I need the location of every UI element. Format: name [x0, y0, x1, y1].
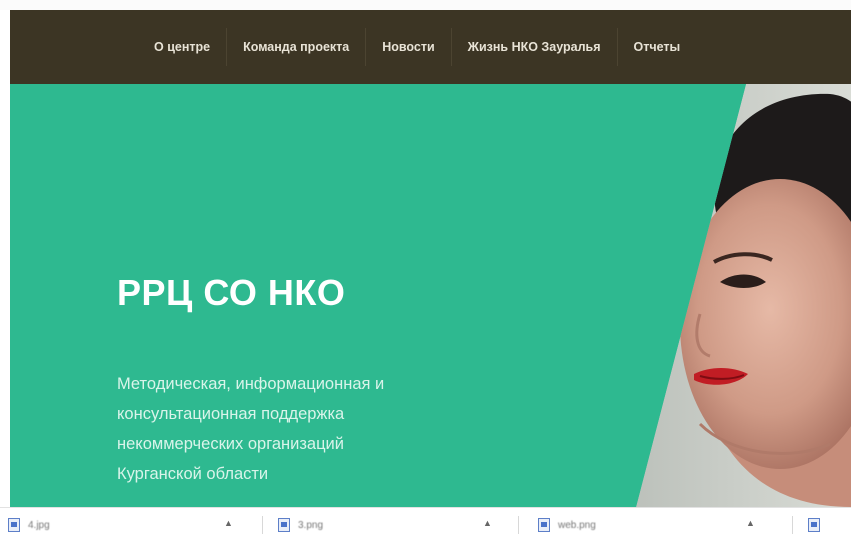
hero-description-line: консультационная поддержка — [117, 405, 345, 423]
top-strip — [0, 0, 851, 10]
download-item[interactable]: 4.jpg ▲ — [8, 515, 238, 535]
chevron-up-icon[interactable]: ▲ — [483, 518, 492, 528]
download-divider — [518, 516, 519, 534]
nav-item-reports[interactable]: Отчеты — [618, 32, 697, 62]
download-file-name: web.png — [558, 519, 596, 531]
hero-description: Методическая, информационная и консульта… — [117, 369, 537, 489]
download-file-name: 3.png — [298, 519, 324, 531]
nav-menu: О центре Команда проекта Новости Жизнь Н… — [138, 10, 696, 84]
hero-description-line: некоммерческих организаций — [117, 435, 344, 453]
image-file-icon — [538, 518, 550, 532]
hero-banner: РРЦ СО НКО Методическая, информационная … — [10, 84, 851, 507]
download-item[interactable]: 3.png ▲ — [278, 515, 498, 535]
nav-item-ngo-life[interactable]: Жизнь НКО Зауралья — [452, 32, 617, 62]
nav-item-news[interactable]: Новости — [366, 32, 450, 62]
hero-title: РРЦ СО НКО — [117, 272, 346, 313]
image-file-icon — [8, 518, 20, 532]
nav-item-team[interactable]: Команда проекта — [227, 32, 365, 62]
download-item[interactable]: web.png ▲ — [538, 515, 768, 535]
browser-viewport: О центре Команда проекта Новости Жизнь Н… — [0, 0, 851, 539]
image-file-icon — [808, 518, 820, 532]
chevron-up-icon[interactable]: ▲ — [224, 518, 233, 528]
download-divider — [792, 516, 793, 534]
main-navbar: О центре Команда проекта Новости Жизнь Н… — [10, 10, 851, 84]
nav-item-about[interactable]: О центре — [138, 32, 226, 62]
download-bar: 4.jpg ▲ 3.png ▲ web.png ▲ — [0, 507, 851, 539]
chevron-up-icon[interactable]: ▲ — [746, 518, 755, 528]
download-divider — [262, 516, 263, 534]
hero-description-line: Курганской области — [117, 465, 269, 483]
hero-description-line: Методическая, информационная и — [117, 375, 385, 393]
image-file-icon — [278, 518, 290, 532]
download-file-name: 4.jpg — [28, 519, 50, 531]
download-item[interactable] — [808, 515, 848, 535]
